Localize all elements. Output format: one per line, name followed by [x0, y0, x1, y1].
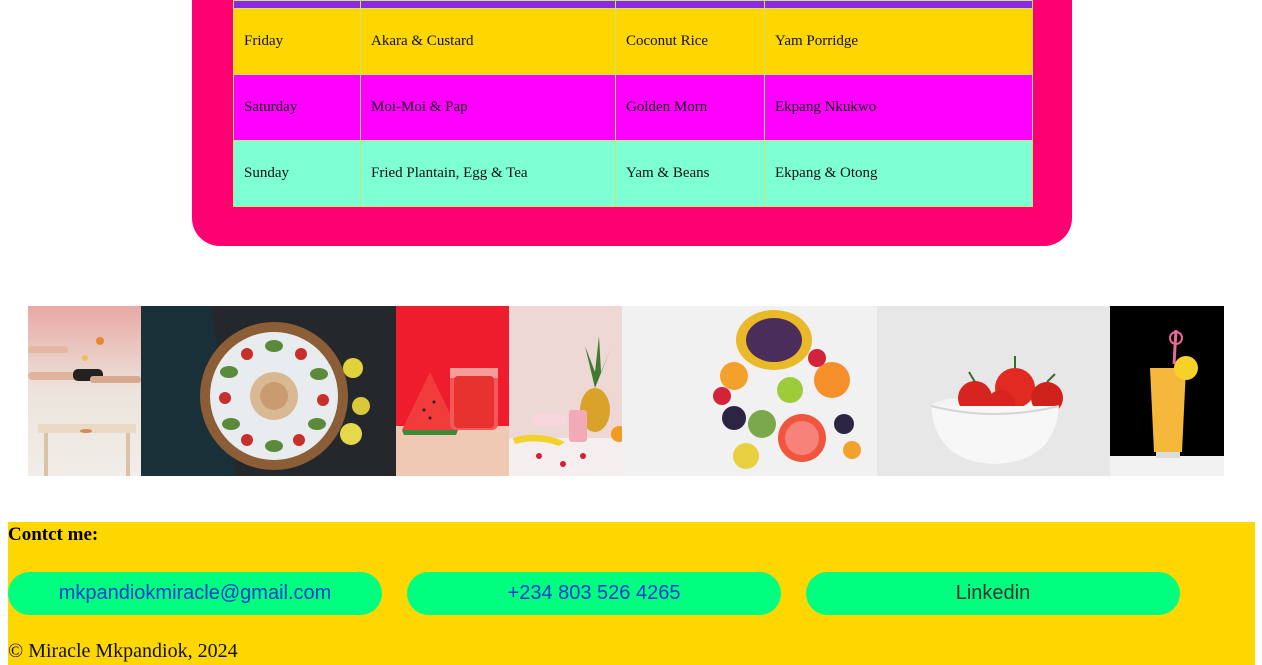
breakfast-cell: Moi-Moi & Pap	[360, 74, 616, 141]
fruit-platter-photo	[622, 306, 877, 476]
dinner-cell: Ekpang Nkukwo	[764, 74, 1033, 141]
linkedin-button[interactable]: Linkedin	[806, 572, 1180, 615]
lunch-cell: Golden Morn	[615, 74, 765, 141]
contact-footer: Contct me: mkpandiokmiracle@gmail.com +2…	[8, 522, 1255, 665]
table-row: Saturday Moi-Moi & Pap Golden Morn Ekpan…	[233, 74, 1033, 141]
breakfast-cell: Fried Plantain, Egg & Tea	[360, 140, 616, 207]
copyright-text: © Miracle Mkpandiok, 2024	[8, 640, 238, 662]
table-row: Sunday Fried Plantain, Egg & Tea Yam & B…	[233, 140, 1033, 207]
lunch-cell: Yam & Beans	[615, 140, 765, 207]
day-cell: Friday	[233, 8, 361, 75]
table-header-row	[233, 0, 1033, 9]
salad-plate-photo	[141, 306, 396, 476]
dinner-cell: Ekpang & Otong	[764, 140, 1033, 207]
food-gallery	[28, 306, 1224, 476]
meal-table: Friday Akara & Custard Coconut Rice Yam …	[233, 0, 1033, 207]
email-button[interactable]: mkpandiokmiracle@gmail.com	[8, 572, 382, 615]
cooking-pan-photo	[28, 306, 141, 476]
lunch-cell: Coconut Rice	[615, 8, 765, 75]
day-cell: Sunday	[233, 140, 361, 207]
breakfast-cell: Akara & Custard	[360, 8, 616, 75]
day-cell: Saturday	[233, 74, 361, 141]
orange-drink-photo	[1110, 306, 1224, 476]
contact-heading: Contct me:	[8, 524, 99, 545]
dinner-cell: Yam Porridge	[764, 8, 1033, 75]
pineapple-smoothie-photo	[509, 306, 622, 476]
table-row: Friday Akara & Custard Coconut Rice Yam …	[233, 8, 1033, 75]
watermelon-juice-photo	[396, 306, 509, 476]
phone-button[interactable]: +234 803 526 4265	[407, 572, 781, 615]
tomato-bowl-photo	[877, 306, 1110, 476]
